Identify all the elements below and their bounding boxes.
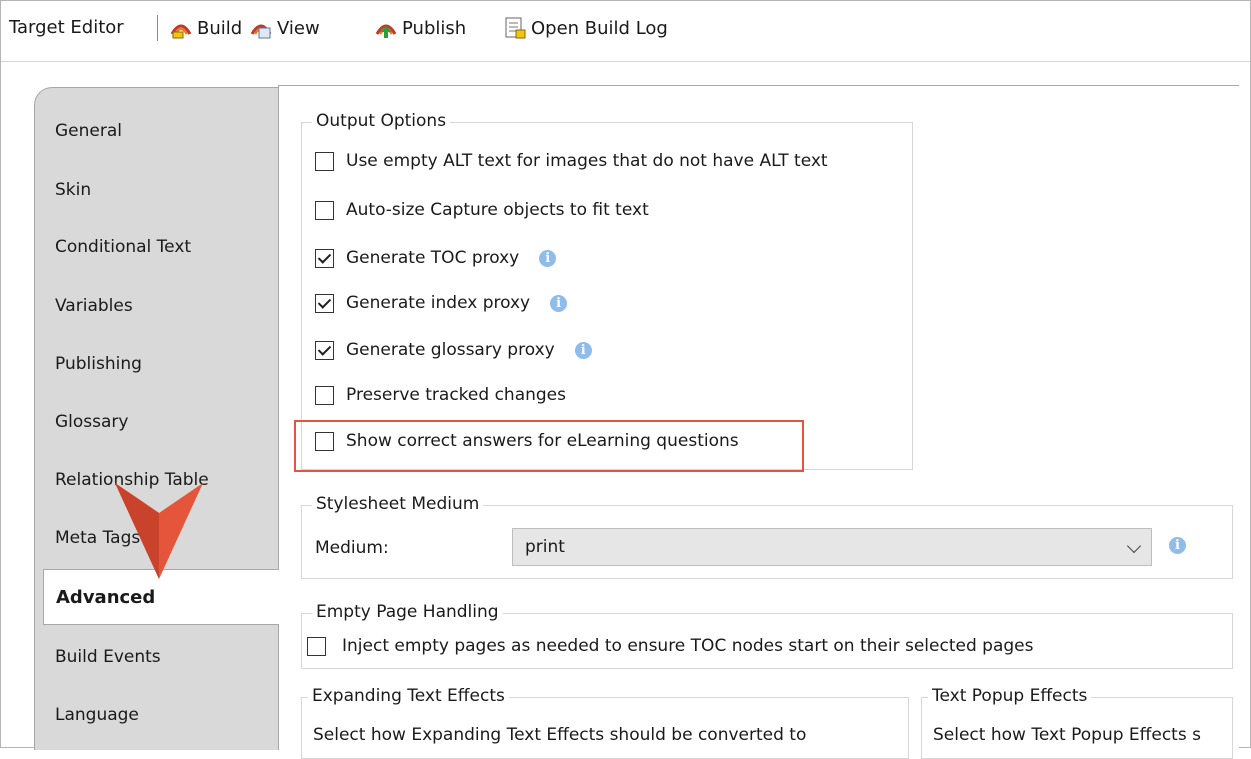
- output-options-legend: Output Options: [312, 111, 451, 131]
- tab-label: Publishing: [55, 354, 142, 374]
- build-icon: [170, 24, 192, 39]
- checkbox-label: Inject empty pages as needed to ensure T…: [342, 636, 1034, 656]
- expanding-text-effects-description: Select how Expanding Text Effects should…: [313, 725, 807, 745]
- view-icon: [250, 24, 272, 39]
- empty-page-handling-legend: Empty Page Handling: [312, 602, 503, 622]
- checkbox-box[interactable]: [315, 248, 334, 268]
- build-log-icon: [505, 17, 526, 39]
- tab-conditional-text[interactable]: Conditional Text: [35, 219, 277, 275]
- editor-title: Target Editor: [9, 17, 124, 38]
- tab-label: Language: [55, 705, 139, 725]
- checkbox-box[interactable]: [315, 293, 334, 313]
- info-icon[interactable]: i: [1169, 537, 1186, 554]
- medium-label: Medium:: [315, 538, 389, 558]
- toolbar: Target Editor Build View Publish Open Bu…: [1, 1, 1250, 62]
- tab-label: Glossary: [55, 412, 129, 432]
- build-button[interactable]: Build: [169, 13, 242, 43]
- tab-glossary[interactable]: Glossary: [35, 394, 277, 450]
- chevron-down-icon: [1126, 538, 1142, 554]
- generate-toc-proxy-checkbox[interactable]: Generate TOC proxy i: [315, 248, 557, 268]
- tab-build-events[interactable]: Build Events: [35, 629, 277, 685]
- checkbox-label: Use empty ALT text for images that do no…: [346, 151, 828, 171]
- checkbox-label: Generate glossary proxy: [346, 340, 555, 360]
- inject-empty-pages-checkbox[interactable]: Inject empty pages as needed to ensure T…: [307, 636, 1033, 656]
- tab-label: Build Events: [55, 647, 161, 667]
- checkbox-label: Auto-size Capture objects to fit text: [346, 200, 649, 220]
- expanding-text-effects-legend: Expanding Text Effects: [308, 686, 509, 706]
- highlight-box: [294, 420, 804, 472]
- text-popup-effects-legend: Text Popup Effects: [928, 686, 1092, 706]
- info-icon[interactable]: i: [539, 249, 557, 267]
- tab-publishing[interactable]: Publishing: [35, 336, 277, 392]
- tab-variables[interactable]: Variables: [35, 278, 277, 334]
- auto-size-capture-checkbox[interactable]: Auto-size Capture objects to fit text: [315, 200, 649, 220]
- tab-general[interactable]: General: [35, 103, 277, 159]
- view-button[interactable]: View: [249, 13, 320, 43]
- stylesheet-medium-legend: Stylesheet Medium: [312, 494, 484, 514]
- tab-label: Variables: [55, 296, 133, 316]
- generate-index-proxy-checkbox[interactable]: Generate index proxy i: [315, 293, 568, 313]
- tab-label: Advanced: [56, 586, 156, 608]
- publish-button[interactable]: Publish: [374, 13, 466, 43]
- checkbox-box[interactable]: [315, 385, 334, 405]
- checkbox-box[interactable]: [307, 636, 326, 656]
- tab-label: General: [55, 121, 122, 141]
- checkbox-label: Generate TOC proxy: [346, 248, 520, 268]
- preserve-tracked-changes-checkbox[interactable]: Preserve tracked changes: [315, 385, 566, 405]
- checkbox-label: Generate index proxy: [346, 293, 531, 313]
- target-editor-window: Target Editor Build View Publish Open Bu…: [0, 0, 1251, 759]
- info-icon[interactable]: i: [550, 294, 568, 312]
- generate-glossary-proxy-checkbox[interactable]: Generate glossary proxy i: [315, 340, 592, 360]
- open-build-log-button[interactable]: Open Build Log: [503, 13, 668, 43]
- open-build-log-label: Open Build Log: [531, 17, 668, 39]
- use-empty-alt-text-checkbox[interactable]: Use empty ALT text for images that do no…: [315, 151, 828, 171]
- view-label: View: [277, 17, 320, 39]
- tab-label: Skin: [55, 180, 92, 200]
- medium-select-value: print: [525, 537, 565, 557]
- medium-select[interactable]: print: [512, 528, 1152, 566]
- tab-skin[interactable]: Skin: [35, 162, 277, 218]
- publish-label: Publish: [402, 17, 467, 39]
- toolbar-separator: [157, 15, 158, 41]
- text-popup-effects-description: Select how Text Popup Effects s: [933, 725, 1201, 745]
- checkbox-box[interactable]: [315, 340, 334, 360]
- tab-language[interactable]: Language: [35, 687, 277, 743]
- tab-label: Conditional Text: [55, 237, 192, 257]
- build-label: Build: [197, 17, 243, 39]
- info-icon[interactable]: i: [574, 341, 592, 359]
- checkbox-box[interactable]: [315, 200, 334, 220]
- checkbox-box[interactable]: [315, 151, 334, 171]
- publish-icon: [375, 24, 397, 38]
- annotation-arrow-icon: [115, 483, 203, 579]
- checkbox-label: Preserve tracked changes: [346, 385, 566, 405]
